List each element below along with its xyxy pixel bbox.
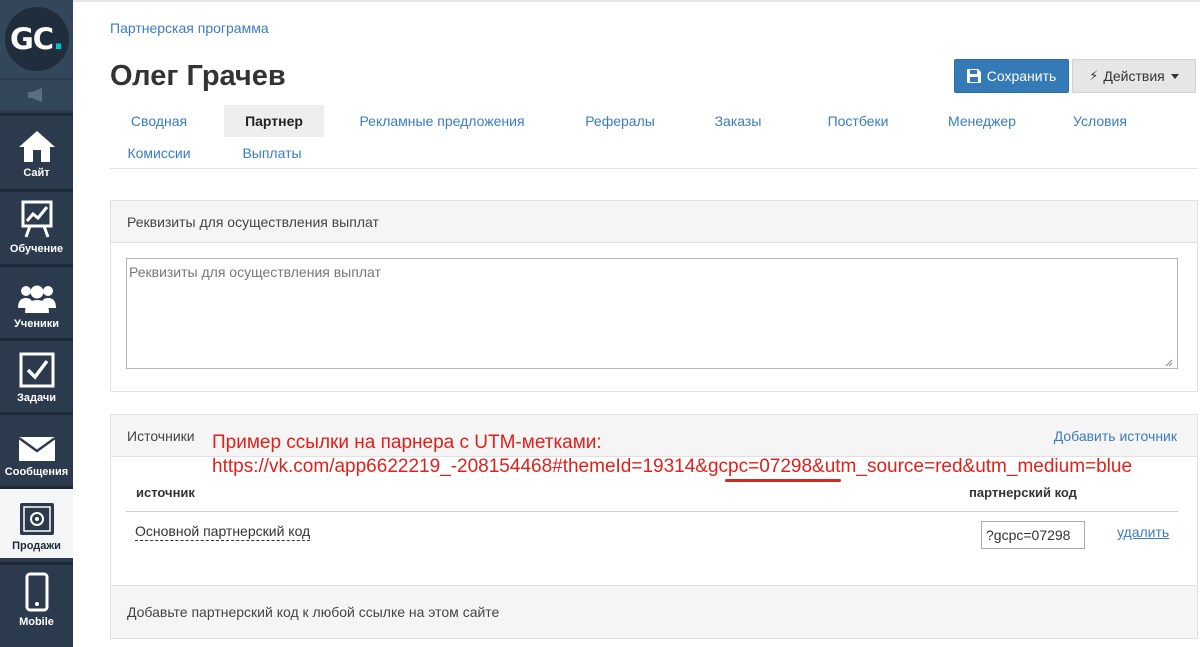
sidebar-item-label: Mobile xyxy=(19,616,54,628)
chart-board-icon xyxy=(21,200,52,238)
save-button-label: Сохранить xyxy=(986,68,1057,84)
phone-icon xyxy=(25,572,48,612)
annotation-underline xyxy=(725,479,841,482)
main-content: Партнерская программа Олег Грачев Сохран… xyxy=(73,0,1200,647)
tab-terms[interactable]: Условия xyxy=(1058,105,1142,137)
sidebar-item-sales[interactable]: Продажи xyxy=(0,486,73,558)
actions-button-label: Действия xyxy=(1103,68,1165,84)
chevron-down-icon xyxy=(1170,73,1179,79)
table-header-divider xyxy=(126,511,1178,512)
utm-annotation: Пример ссылки на парнера с UTM-метками: … xyxy=(212,431,1132,479)
users-icon xyxy=(17,285,56,313)
lightning-icon: ⚡ xyxy=(1089,68,1099,83)
envelope-icon xyxy=(17,436,56,461)
page-title: Олег Грачев xyxy=(110,60,286,92)
delete-source-link[interactable]: удалить xyxy=(1117,524,1169,540)
sidebar-item-mobile[interactable]: Mobile xyxy=(0,562,73,634)
logo[interactable]: GC. xyxy=(0,0,73,78)
partner-code-input[interactable] xyxy=(981,521,1085,549)
sidebar-item-messages[interactable]: Сообщения xyxy=(0,412,73,484)
tab-manager[interactable]: Менеджер xyxy=(930,105,1034,137)
tab-offers[interactable]: Рекламные предложения xyxy=(346,105,538,137)
payout-details-panel: Реквизиты для осуществления выплат xyxy=(110,200,1198,392)
floppy-icon xyxy=(966,69,981,83)
announcements-button[interactable] xyxy=(0,80,73,110)
annotation-title: Пример ссылки на парнера с UTM-метками: xyxy=(212,432,602,453)
column-header-source: источник xyxy=(136,485,195,500)
panel-footer-hint: Добавьте партнерский код к любой ссылке … xyxy=(111,585,1197,638)
payout-details-textarea[interactable] xyxy=(126,258,1178,369)
tab-commissions[interactable]: Комиссии xyxy=(110,137,208,169)
column-header-code: партнерский код xyxy=(969,485,1077,500)
logo-circle: GC. xyxy=(4,7,69,71)
source-name-link[interactable]: Основной партнерский код xyxy=(135,523,311,541)
annotation-url: https://vk.com/app6622219_-208154468#the… xyxy=(212,456,1133,477)
sidebar-item-label: Задачи xyxy=(17,392,56,404)
megaphone-icon xyxy=(27,88,42,102)
tab-bar: Сводная Партнер Рекламные предложения Ре… xyxy=(110,105,1198,169)
sidebar: GC. Сайт Обучение Ученики Задачи Сообщен… xyxy=(0,0,73,647)
sidebar-item-students[interactable]: Ученики xyxy=(0,264,73,336)
sidebar-item-label: Обучение xyxy=(9,243,64,255)
tab-referrals[interactable]: Рефералы xyxy=(572,105,668,137)
sidebar-item-label: Сайт xyxy=(23,167,50,179)
panel-heading: Реквизиты для осуществления выплат xyxy=(111,201,1197,243)
sidebar-item-site[interactable]: Сайт xyxy=(0,113,73,185)
sidebar-item-learning[interactable]: Обучение xyxy=(0,189,73,261)
sidebar-item-tasks[interactable]: Задачи xyxy=(0,338,73,410)
tab-summary[interactable]: Сводная xyxy=(110,105,208,137)
breadcrumb[interactable]: Партнерская программа xyxy=(110,20,269,36)
sidebar-item-label: Ученики xyxy=(13,318,60,330)
tab-payouts[interactable]: Выплаты xyxy=(230,137,314,169)
tab-orders[interactable]: Заказы xyxy=(698,105,778,137)
home-icon xyxy=(18,131,55,162)
actions-dropdown-button[interactable]: ⚡ Действия xyxy=(1072,59,1196,93)
sidebar-item-label: Продажи xyxy=(12,540,61,552)
tab-partner[interactable]: Партнер xyxy=(224,105,324,137)
checkbox-icon xyxy=(19,352,54,388)
sidebar-item-label: Сообщения xyxy=(4,466,69,478)
sources-panel: Источники Добавить источник Пример ссылк… xyxy=(110,414,1198,639)
safe-icon xyxy=(19,503,54,535)
save-button[interactable]: Сохранить xyxy=(954,59,1069,93)
logo-text: GC. xyxy=(9,22,64,56)
top-divider xyxy=(73,0,1200,2)
tab-postbacks[interactable]: Постбеки xyxy=(810,105,906,137)
resize-grip-icon[interactable] xyxy=(1165,359,1173,367)
